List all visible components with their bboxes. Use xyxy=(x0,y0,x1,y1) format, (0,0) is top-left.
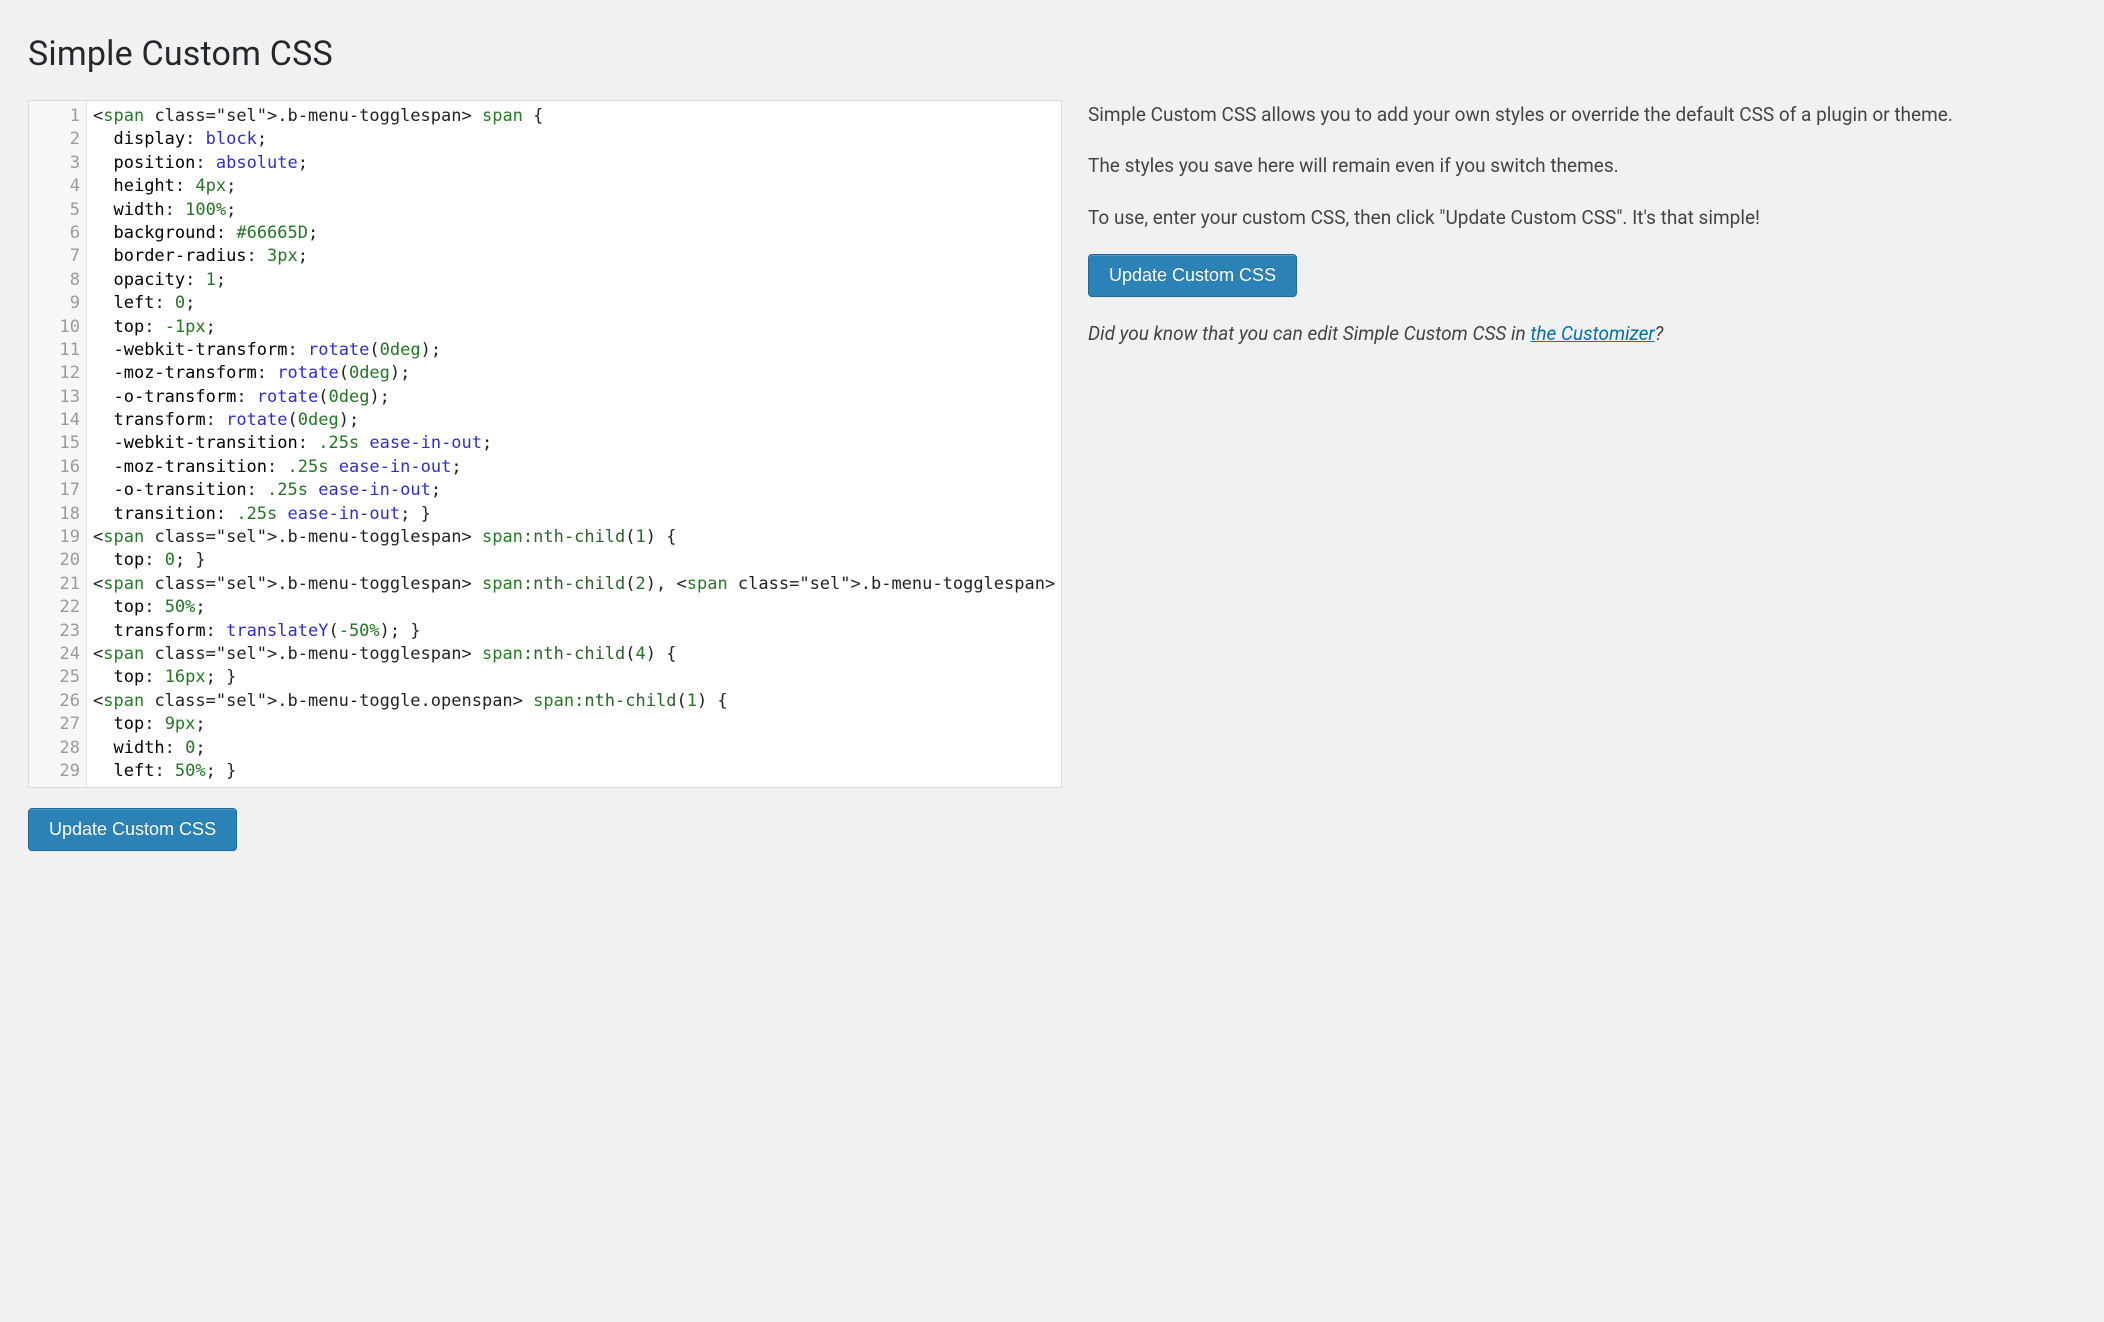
code-line[interactable]: <span class="sel">.b-menu-togglespan> sp… xyxy=(93,105,1055,128)
code-line[interactable]: -moz-transition: .25s ease-in-out; xyxy=(93,456,1055,479)
line-number: 16 xyxy=(39,456,80,479)
code-line[interactable]: border-radius: 3px; xyxy=(93,245,1055,268)
sidebar-desc-3: To use, enter your custom CSS, then clic… xyxy=(1088,203,2076,232)
code-line[interactable]: <span class="sel">.b-menu-togglespan> sp… xyxy=(93,643,1055,666)
tip-prefix: Did you know that you can edit Simple Cu… xyxy=(1088,322,1530,345)
page-title: Simple Custom CSS xyxy=(28,34,2076,74)
code-line[interactable]: <span class="sel">.b-menu-toggle.openspa… xyxy=(93,690,1055,713)
code-line[interactable]: transition: .25s ease-in-out; } xyxy=(93,503,1055,526)
code-line[interactable]: opacity: 1; xyxy=(93,269,1055,292)
code-line[interactable]: top: 50%; xyxy=(93,596,1055,619)
code-line[interactable]: left: 0; xyxy=(93,292,1055,315)
line-number: 6 xyxy=(39,222,80,245)
code-line[interactable]: <span class="sel">.b-menu-togglespan> sp… xyxy=(93,573,1055,596)
line-number: 25 xyxy=(39,666,80,689)
code-line[interactable]: top: 0; } xyxy=(93,549,1055,572)
line-number: 1 xyxy=(39,105,80,128)
line-number: 4 xyxy=(39,175,80,198)
code-line[interactable]: transform: translateY(-50%); } xyxy=(93,620,1055,643)
line-number: 19 xyxy=(39,526,80,549)
line-number: 14 xyxy=(39,409,80,432)
code-line[interactable]: -o-transform: rotate(0deg); xyxy=(93,386,1055,409)
code-line[interactable]: -webkit-transform: rotate(0deg); xyxy=(93,339,1055,362)
sidebar-desc-2: The styles you save here will remain eve… xyxy=(1088,151,2076,180)
code-line[interactable]: width: 100%; xyxy=(93,199,1055,222)
line-number: 7 xyxy=(39,245,80,268)
line-number: 21 xyxy=(39,573,80,596)
code-line[interactable]: -moz-transform: rotate(0deg); xyxy=(93,362,1055,385)
line-number: 12 xyxy=(39,362,80,385)
line-number-gutter: 1234567891011121314151617181920212223242… xyxy=(29,101,87,787)
update-css-button-side[interactable]: Update Custom CSS xyxy=(1088,254,1297,297)
css-editor[interactable]: 1234567891011121314151617181920212223242… xyxy=(28,100,1062,788)
code-line[interactable]: -o-transition: .25s ease-in-out; xyxy=(93,479,1055,502)
line-number: 24 xyxy=(39,643,80,666)
line-number: 10 xyxy=(39,316,80,339)
tip-suffix: ? xyxy=(1655,322,1664,345)
line-number: 28 xyxy=(39,737,80,760)
line-number: 26 xyxy=(39,690,80,713)
line-number: 22 xyxy=(39,596,80,619)
code-line[interactable]: top: 16px; } xyxy=(93,666,1055,689)
line-number: 8 xyxy=(39,269,80,292)
line-number: 23 xyxy=(39,620,80,643)
code-line[interactable]: left: 50%; } xyxy=(93,760,1055,783)
line-number: 13 xyxy=(39,386,80,409)
code-line[interactable]: top: 9px; xyxy=(93,713,1055,736)
code-line[interactable]: background: #66665D; xyxy=(93,222,1055,245)
line-number: 5 xyxy=(39,199,80,222)
sidebar: Simple Custom CSS allows you to add your… xyxy=(1088,100,2076,371)
code-line[interactable]: display: block; xyxy=(93,128,1055,151)
line-number: 27 xyxy=(39,713,80,736)
update-css-button-bottom[interactable]: Update Custom CSS xyxy=(28,808,237,851)
code-content[interactable]: <span class="sel">.b-menu-togglespan> sp… xyxy=(87,101,1061,787)
line-number: 18 xyxy=(39,503,80,526)
code-line[interactable]: top: -1px; xyxy=(93,316,1055,339)
code-line[interactable]: <span class="sel">.b-menu-togglespan> sp… xyxy=(93,526,1055,549)
code-line[interactable]: transform: rotate(0deg); xyxy=(93,409,1055,432)
line-number: 20 xyxy=(39,549,80,572)
code-line[interactable]: width: 0; xyxy=(93,737,1055,760)
line-number: 29 xyxy=(39,760,80,783)
line-number: 2 xyxy=(39,128,80,151)
code-line[interactable]: -webkit-transition: .25s ease-in-out; xyxy=(93,432,1055,455)
sidebar-desc-1: Simple Custom CSS allows you to add your… xyxy=(1088,100,2076,129)
line-number: 9 xyxy=(39,292,80,315)
code-line[interactable]: height: 4px; xyxy=(93,175,1055,198)
line-number: 17 xyxy=(39,479,80,502)
customizer-tip: Did you know that you can edit Simple Cu… xyxy=(1088,319,2076,348)
customizer-link[interactable]: the Customizer xyxy=(1530,322,1654,345)
line-number: 11 xyxy=(39,339,80,362)
code-line[interactable]: position: absolute; xyxy=(93,152,1055,175)
line-number: 3 xyxy=(39,152,80,175)
line-number: 15 xyxy=(39,432,80,455)
